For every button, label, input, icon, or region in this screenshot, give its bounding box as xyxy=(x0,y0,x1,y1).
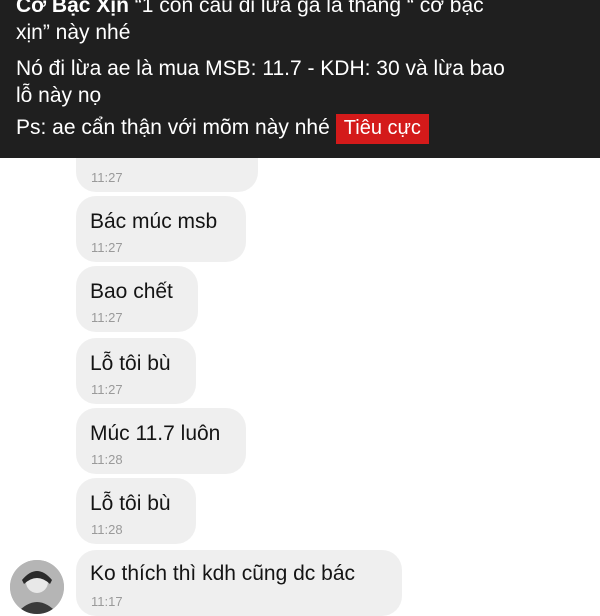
caption-line: Ps: ae cẩn thận với mõm này nhé Tiêu cực xyxy=(16,114,429,144)
sentiment-tag: Tiêu cực xyxy=(335,114,429,144)
message-time: 11:17 xyxy=(91,594,123,609)
caption-note: Ps: ae cẩn thận với mõm này nhé xyxy=(16,116,330,139)
message-text: Lỗ tôi bù xyxy=(90,352,171,375)
caption-author: Cơ Bạc Xịn xyxy=(16,0,129,17)
caption-line: lỗ này nọ xyxy=(16,84,102,107)
message-bubble[interactable]: Ko thích thì kdh cũng dc bác 11:17 xyxy=(76,550,402,616)
message-text: Bác múc msb xyxy=(90,210,218,233)
message-bubble[interactable]: Lỗ tôi bù 11:28 xyxy=(76,478,196,544)
message-text: Múc 11.7 luôn xyxy=(90,422,221,445)
message-time: 11:27 xyxy=(91,382,123,397)
caption-quote: “1 con cáu đi lừa gà là thằng “ cơ bạc xyxy=(128,0,484,17)
message-text: Ko thích thì kdh cũng dc bác xyxy=(90,562,356,585)
message-bubble[interactable]: Bao chết 11:27 xyxy=(76,266,198,332)
message-time: 11:28 xyxy=(91,452,123,467)
message-bubble[interactable]: Bác múc msb 11:27 xyxy=(76,196,246,262)
caption-line: Nó đi lừa ae là mua MSB: 11.7 - KDH: 30 … xyxy=(16,57,505,80)
message-bubble[interactable]: Múc 11.7 luôn 11:28 xyxy=(76,408,246,474)
message-text: Bao chết xyxy=(90,280,173,303)
sender-avatar[interactable] xyxy=(10,560,64,614)
message-time: 11:27 xyxy=(91,240,123,255)
message-text: Lỗ tôi bù xyxy=(90,492,171,515)
caption-overlay: Cơ Bạc Xịn “1 con cáu đi lừa gà là thằng… xyxy=(0,0,600,158)
caption-line: xịn” này nhé xyxy=(16,21,131,44)
message-time: 11:27 xyxy=(91,170,123,185)
message-time: 11:28 xyxy=(91,522,123,537)
message-time: 11:27 xyxy=(91,310,123,325)
avatar-photo xyxy=(10,560,64,614)
message-bubble[interactable]: Lỗ tôi bù 11:27 xyxy=(76,338,196,404)
caption-line: Cơ Bạc Xịn “1 con cáu đi lừa gà là thằng… xyxy=(16,0,484,19)
